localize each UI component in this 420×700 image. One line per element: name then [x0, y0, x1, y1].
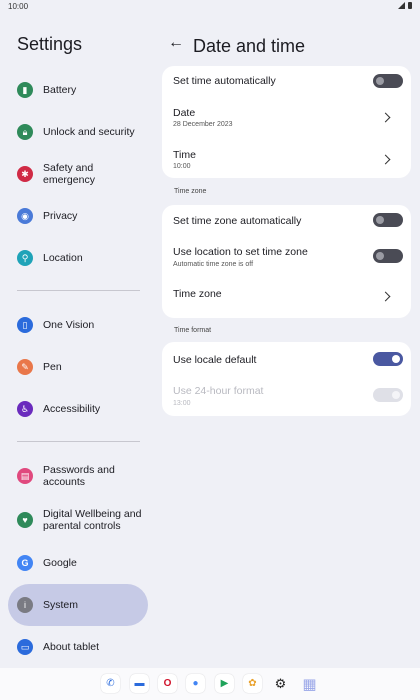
section-label-time-zone: Time zone — [174, 188, 207, 195]
app-dock: ✆ ▬ O ● ▶ ✿ ⚙ ▦ — [0, 668, 420, 700]
time-row[interactable]: Time 10:00 — [162, 142, 411, 178]
sidebar-item-battery[interactable]: ▮ Battery — [8, 69, 148, 111]
use-24-hour-format-toggle — [373, 388, 403, 402]
use-location-time-zone-subtitle: Automatic time zone is off — [173, 261, 254, 268]
one-vision-icon: ▯ — [17, 317, 33, 333]
settings-sidebar: Settings ▮ Battery 🔒︎ Unlock and securit… — [0, 14, 158, 668]
set-time-zone-automatically-toggle[interactable] — [373, 213, 403, 227]
sidebar-item-privacy[interactable]: ◉ Privacy — [8, 195, 148, 237]
info-icon: i — [17, 597, 33, 613]
set-time-automatically-toggle[interactable] — [373, 74, 403, 88]
sidebar-divider — [17, 441, 140, 442]
status-time: 10:00 — [8, 2, 29, 11]
date-row[interactable]: Date 28 December 2023 — [162, 100, 411, 136]
google-icon: G — [17, 555, 33, 571]
sidebar-item-unlock-security[interactable]: 🔒︎ Unlock and security — [8, 111, 148, 153]
time-format-card: Use locale default Use 24-hour format 13… — [162, 342, 411, 416]
chevron-right-icon — [380, 154, 391, 165]
page-header: ← Date and time — [162, 30, 412, 60]
use-24-hour-format-row: Use 24-hour format 13:00 — [162, 380, 411, 414]
back-arrow-icon[interactable]: ← — [168, 34, 184, 52]
sidebar-item-pen[interactable]: ✎ Pen — [8, 346, 148, 388]
date-time-card: Set time automatically Date 28 December … — [162, 66, 411, 178]
accessibility-icon: ♿︎ — [17, 401, 33, 417]
assistant-icon[interactable]: ● — [186, 674, 205, 693]
key-icon: ▤ — [17, 468, 33, 484]
time-zone-row[interactable]: Time zone — [162, 279, 411, 313]
app-grid-icon[interactable]: ▦ — [300, 674, 319, 693]
use-location-time-zone-toggle[interactable] — [373, 249, 403, 263]
time-value: 10:00 — [173, 163, 191, 170]
section-label-time-format: Time format — [174, 327, 212, 334]
set-time-zone-automatically-row[interactable]: Set time zone automatically — [162, 205, 411, 235]
time-zone-card: Set time zone automatically Use location… — [162, 205, 411, 318]
settings-gear-icon[interactable]: ⚙ — [271, 674, 290, 693]
tablet-icon: ▭ — [17, 639, 33, 655]
sidebar-item-digital-wellbeing[interactable]: ♥ Digital Wellbeing and parental control… — [8, 499, 148, 541]
messages-icon[interactable]: ▬ — [130, 674, 149, 693]
battery-status-icon — [408, 2, 412, 9]
eye-icon: ◉ — [17, 208, 33, 224]
battery-icon: ▮ — [17, 82, 33, 98]
opera-icon[interactable]: O — [158, 674, 177, 693]
set-time-automatically-row[interactable]: Set time automatically — [162, 66, 411, 96]
page-title: Date and time — [193, 36, 306, 56]
play-store-icon[interactable]: ▶ — [215, 674, 234, 693]
sidebar-item-google[interactable]: G Google — [8, 542, 148, 584]
status-bar: 10:00 — [0, 0, 420, 14]
chevron-right-icon — [380, 291, 391, 302]
date-value: 28 December 2023 — [173, 121, 233, 128]
chevron-right-icon — [380, 112, 391, 123]
use-locale-default-toggle[interactable] — [373, 352, 403, 366]
sidebar-item-location[interactable]: ⚲ Location — [8, 237, 148, 279]
location-pin-icon: ⚲ — [17, 250, 33, 266]
sidebar-item-one-vision[interactable]: ▯ One Vision — [8, 304, 148, 346]
pen-icon: ✎ — [17, 359, 33, 375]
use-locale-default-row[interactable]: Use locale default — [162, 342, 411, 376]
sidebar-divider — [17, 290, 140, 291]
phone-icon[interactable]: ✆ — [101, 674, 120, 693]
settings-title: Settings — [17, 34, 83, 54]
photos-icon[interactable]: ✿ — [243, 674, 262, 693]
use-24-hour-format-subtitle: 13:00 — [173, 400, 191, 407]
use-location-time-zone-row[interactable]: Use location to set time zone Automatic … — [162, 241, 411, 275]
signal-icon — [398, 2, 405, 9]
sidebar-item-passwords-accounts[interactable]: ▤ Passwords and accounts — [8, 455, 148, 497]
sidebar-item-safety-emergency[interactable]: ✱ Safety and emergency — [8, 153, 148, 195]
sidebar-item-accessibility[interactable]: ♿︎ Accessibility — [8, 388, 148, 430]
asterisk-icon: ✱ — [17, 166, 33, 182]
wellbeing-icon: ♥ — [17, 512, 33, 528]
lock-icon: 🔒︎ — [17, 124, 33, 140]
sidebar-item-system[interactable]: i System — [8, 584, 148, 626]
sidebar-item-about-tablet[interactable]: ▭ About tablet — [8, 626, 148, 668]
